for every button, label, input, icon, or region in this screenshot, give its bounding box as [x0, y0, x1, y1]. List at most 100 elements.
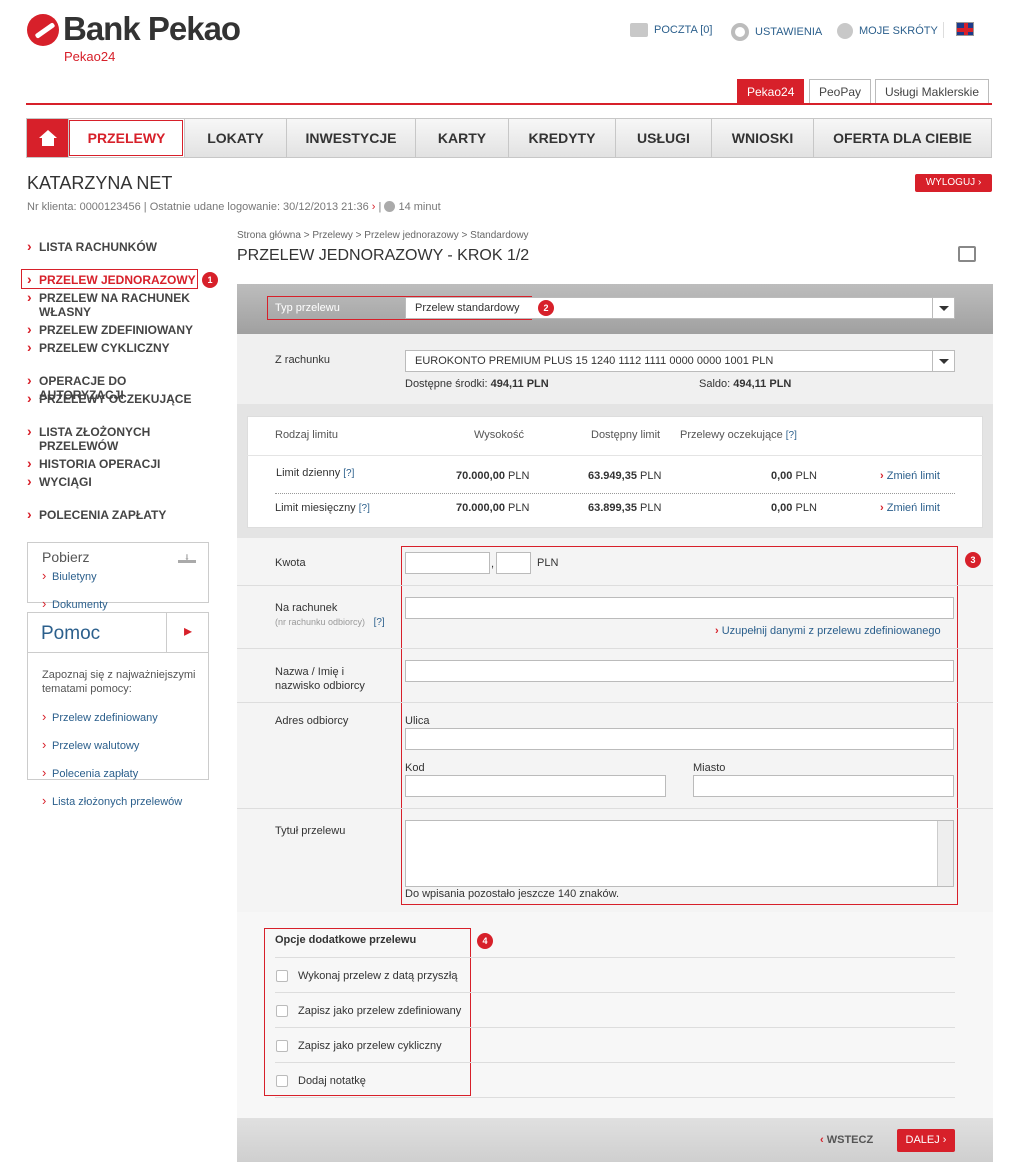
account-number-label: Na rachunek	[275, 602, 338, 614]
account-number-input[interactable]	[405, 597, 954, 619]
download-link-bulletins[interactable]: Biuletyny	[40, 569, 220, 584]
chevron-down-icon	[932, 351, 954, 371]
arrow-out-icon	[837, 23, 853, 39]
badge-3: 3	[965, 552, 981, 568]
sidebar-item-statements[interactable]: WYCIĄGI	[27, 474, 212, 489]
divider	[275, 1027, 955, 1028]
sidebar-item-own-transfer[interactable]: PRZELEW NA RACHUNEK WŁASNY	[27, 290, 197, 319]
nav-cards[interactable]: KARTY	[415, 119, 508, 157]
scrollbar[interactable]	[937, 821, 953, 886]
clock-icon	[384, 201, 396, 212]
divider	[275, 1062, 955, 1063]
help-link-foreign[interactable]: Przelew walutowy	[40, 738, 220, 753]
divider	[237, 585, 993, 586]
save-defined-checkbox[interactable]	[276, 1005, 288, 1017]
future-date-label: Wykonaj przelew z datą przyszłą	[298, 970, 458, 982]
badge-2: 2	[538, 300, 554, 316]
logout-button[interactable]: WYLOGUJ ›	[915, 174, 992, 192]
chevron-down-icon	[932, 298, 954, 318]
nav-investments[interactable]: INWESTYCJE	[286, 119, 415, 157]
nav-deposits[interactable]: LOKATY	[184, 119, 286, 157]
help-box: Pomoc ▸ Zapoznaj się z najważniejszymi t…	[27, 612, 209, 808]
sidebar-item-direct-debits[interactable]: POLECENIA ZAPŁATY	[27, 507, 212, 522]
amount-label: Kwota	[275, 557, 306, 569]
save-recurring-checkbox[interactable]	[276, 1040, 288, 1052]
account-number-hint: (nr rachunku odbiorcy) [?]	[275, 617, 385, 628]
sidebar-item-recurring-transfer[interactable]: PRZELEW CYKLICZNY	[27, 340, 212, 355]
back-button[interactable]: WSTECZ	[820, 1134, 873, 1146]
recipient-name-label: Nazwa / Imię i nazwisko odbiorcy	[275, 666, 365, 692]
limits-header-pending: Przelewy oczekujące [?]	[680, 429, 797, 441]
remaining-chars: Do wpisania pozostało jeszcze 140 znaków…	[405, 888, 620, 900]
help-arrow-icon[interactable]: ▸	[166, 613, 209, 653]
available-funds: Dostępne środki: 494,11 PLN	[405, 378, 549, 390]
transfer-type-select[interactable]: Przelew standardowy	[405, 297, 955, 319]
account-select[interactable]: EUROKONTO PREMIUM PLUS 15 1240 1112 1111…	[405, 350, 955, 372]
header-divider	[26, 103, 992, 105]
options-title: Opcje dodatkowe przelewu	[275, 934, 417, 946]
limit-daily-name: Limit dzienny [?]	[276, 467, 355, 479]
city-label: Miasto	[693, 762, 726, 774]
nav-services[interactable]: USŁUGI	[615, 119, 711, 157]
settings-link[interactable]: USTAWIENIA	[731, 23, 822, 41]
tab-pekao24[interactable]: Pekao24	[737, 79, 805, 104]
amount-cents-input[interactable]	[496, 552, 531, 574]
tab-peopay[interactable]: PeoPay	[809, 79, 872, 104]
add-note-checkbox[interactable]	[276, 1075, 288, 1087]
nav-transfers[interactable]: PRZELEWY	[68, 119, 184, 157]
amount-input[interactable]	[405, 552, 490, 574]
home-button[interactable]	[27, 119, 68, 157]
fill-from-defined-link[interactable]: Uzupełnij danymi z przelewu zdefiniowane…	[715, 625, 941, 637]
page-title: PRZELEW JEDNORAZOWY - KROK 1/2	[237, 247, 530, 264]
transfer-type-label: Typ przelewu	[275, 302, 340, 314]
limits-header-type: Rodzaj limitu	[275, 429, 338, 441]
nav-offer[interactable]: OFERTA DLA CIEBIE	[813, 119, 991, 157]
nav-applications[interactable]: WNIOSKI	[711, 119, 813, 157]
sidebar-item-history[interactable]: HISTORIA OPERACJI	[27, 456, 212, 471]
next-button[interactable]: DALEJ ›	[897, 1129, 955, 1152]
print-icon[interactable]	[958, 246, 976, 262]
limits-header-available: Dostępny limit	[591, 429, 661, 441]
help-link-defined[interactable]: Przelew zdefiniowany	[40, 710, 220, 725]
change-daily-limit-link[interactable]: Zmień limit	[880, 470, 940, 482]
breadcrumb: Strona główna > Przelewy > Przelew jedno…	[237, 230, 529, 241]
limit-daily-amount: 70.000,00 PLN	[456, 470, 530, 482]
divider	[275, 493, 955, 494]
sidebar-item-accounts[interactable]: LISTA RACHUNKÓW	[27, 239, 212, 254]
limits-header-amount: Wysokość	[474, 429, 525, 441]
recipient-name-input[interactable]	[405, 660, 954, 682]
account-label: Z rachunku	[275, 354, 331, 366]
english-flag-icon[interactable]	[956, 22, 974, 36]
postal-code-input[interactable]	[405, 775, 666, 797]
shortcuts-link[interactable]: MOJE SKRÓTY	[837, 23, 938, 39]
mail-link[interactable]: POCZTA [0]	[630, 23, 712, 37]
street-label: Ulica	[405, 715, 430, 727]
city-input[interactable]	[693, 775, 954, 797]
footer-bar	[237, 1118, 993, 1162]
limit-monthly-amount: 70.000,00 PLN	[456, 502, 530, 514]
download-link-documents[interactable]: Dokumenty	[40, 597, 220, 612]
street-input[interactable]	[405, 728, 954, 750]
amount-currency: PLN	[537, 557, 559, 569]
divider	[275, 957, 955, 958]
divider	[247, 455, 983, 456]
sidebar-item-one-time-transfer[interactable]: PRZELEW JEDNORAZOWY	[27, 272, 212, 287]
tab-brokerage[interactable]: Usługi Maklerskie	[875, 79, 990, 104]
download-title: Pobierz	[42, 549, 90, 565]
download-icon[interactable]: ⭳	[178, 549, 196, 565]
home-icon	[38, 130, 57, 146]
badge-4: 4	[477, 933, 493, 949]
help-link-debits[interactable]: Polecenia zapłaty	[40, 766, 220, 781]
title-textarea[interactable]	[405, 820, 954, 887]
sidebar-item-defined-transfer[interactable]: PRZELEW ZDEFINIOWANY	[27, 322, 212, 337]
sidebar-item-pending[interactable]: PRZELEWY OCZEKUJĄCE	[27, 391, 212, 406]
add-note-label: Dodaj notatkę	[298, 1075, 366, 1087]
limit-monthly-pending: 0,00 PLN	[771, 502, 817, 514]
nav-loans[interactable]: KREDYTY	[508, 119, 615, 157]
future-date-checkbox[interactable]	[276, 970, 288, 982]
title-label: Tytuł przelewu	[275, 825, 346, 837]
help-link-submitted[interactable]: Lista złożonych przelewów	[40, 794, 220, 809]
address-label: Adres odbiorcy	[275, 715, 349, 727]
change-monthly-limit-link[interactable]: Zmień limit	[880, 502, 940, 514]
sidebar-item-submitted[interactable]: LISTA ZŁOŻONYCH PRZELEWÓW	[27, 424, 177, 453]
